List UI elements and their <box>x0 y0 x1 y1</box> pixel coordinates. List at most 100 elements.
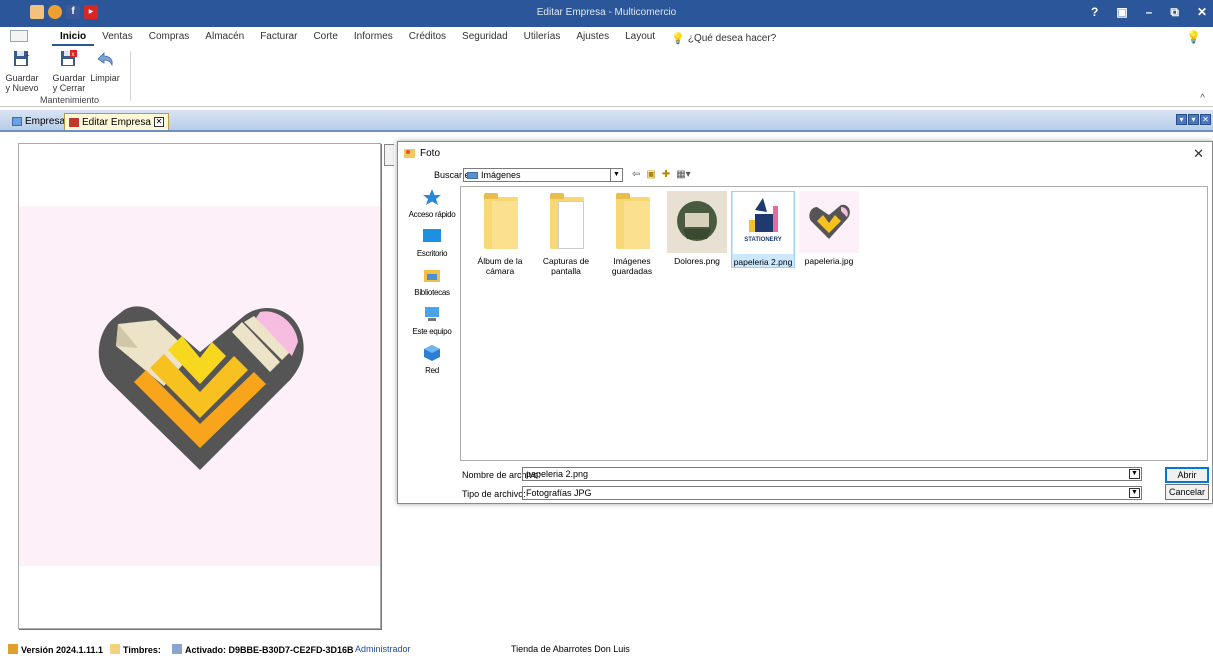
cancel-button[interactable]: Cancelar <box>1165 484 1209 500</box>
list-item[interactable]: Dolores.png <box>665 191 729 266</box>
open-button[interactable]: Abrir <box>1165 467 1209 483</box>
close-tab-icon[interactable]: ✕ <box>153 117 164 127</box>
company-photo-panel[interactable] <box>18 143 381 629</box>
collapse-ribbon-icon[interactable]: ^ <box>1200 93 1205 104</box>
folder-icon <box>470 191 530 253</box>
license-icon <box>172 644 182 654</box>
filename-dropdown-icon[interactable]: ▼ <box>1129 469 1140 479</box>
tab-layout[interactable]: Layout <box>617 31 663 46</box>
svg-text:x: x <box>72 52 75 58</box>
filename-input[interactable]: papeleria 2.png <box>522 467 1142 481</box>
image-thumbnail <box>799 191 859 253</box>
list-item[interactable]: Álbum de la cámara <box>468 191 532 276</box>
up-folder-icon[interactable]: ▣ <box>646 169 655 180</box>
list-item[interactable]: Capturas de pantalla <box>534 191 598 276</box>
filetype-label: Tipo de archivo: <box>462 489 526 499</box>
save-new-button[interactable]: + Guardar y Nuevo <box>2 50 42 93</box>
close-all-icon[interactable]: ✕ <box>1200 114 1211 125</box>
status-bar: Versión 2024.1.11.1 Timbres: Activado: D… <box>0 642 1213 656</box>
dialog-nav-toolbar: ⇦ ▣ ✚ ▦▾ <box>632 169 691 180</box>
file-list: Álbum de la cámara Capturas de pantalla … <box>460 186 1208 461</box>
place-quick-access[interactable]: Acceso rápido <box>406 188 458 219</box>
dialog-title-bar: Foto ✕ <box>398 142 1212 164</box>
save-close-button[interactable]: x Guardar y Cerrar <box>49 50 89 93</box>
tab-editar-empresa[interactable]: Editar Empresa ✕ <box>64 113 169 130</box>
close-button[interactable]: ✕ <box>1197 5 1207 20</box>
tab-list-icon[interactable]: ▾ <box>1176 114 1187 125</box>
tab-corte[interactable]: Corte <box>305 31 345 46</box>
tab-ventas[interactable]: Ventas <box>94 31 141 46</box>
filetype-select[interactable]: Fotografías JPG <box>522 486 1142 500</box>
stamp-icon <box>110 644 120 654</box>
network-icon <box>424 345 440 361</box>
image-thumbnail <box>667 191 727 253</box>
tab-compras[interactable]: Compras <box>141 31 198 46</box>
folder-icon <box>536 191 596 253</box>
list-item-selected[interactable]: STATIONERY papeleria 2.png <box>731 191 795 268</box>
tab-inicio[interactable]: Inicio <box>52 31 95 46</box>
photo-preview <box>19 206 380 566</box>
view-menu-icon[interactable]: ▦▾ <box>676 169 690 180</box>
filetype-dropdown-icon[interactable]: ▼ <box>1129 488 1140 498</box>
minimize-button[interactable]: – <box>1146 5 1153 20</box>
dialog-close-icon[interactable]: ✕ <box>1193 146 1204 162</box>
photo-icon <box>404 149 415 158</box>
image-thumbnail: STATIONERY <box>733 192 793 254</box>
app-menu-icon[interactable] <box>10 30 28 42</box>
folder-icon <box>602 191 662 253</box>
restore-button[interactable]: ⧉ <box>1170 5 1179 20</box>
group-label-mantenimiento: Mantenimiento <box>40 95 100 105</box>
place-network[interactable]: Red <box>406 344 458 375</box>
user-status: Administrador <box>355 644 411 654</box>
tab-strip-controls: ▾ ▾ ✕ <box>1176 114 1211 125</box>
save-new-icon: + <box>14 51 30 66</box>
look-in-dropdown[interactable]: Imágenes ▼ <box>463 168 623 182</box>
group-separator <box>130 51 131 101</box>
store-status: Tienda de Abarrotes Don Luis <box>511 644 630 654</box>
ribbon-panel: + Guardar y Nuevo x Guardar y Cerrar Lim… <box>0 47 1213 107</box>
chevron-down-icon: ▼ <box>610 169 622 181</box>
heart-pencil-logo <box>98 306 304 470</box>
lightbulb-icon: 💡 <box>671 33 685 45</box>
libraries-icon <box>424 270 440 282</box>
star-icon <box>423 189 441 205</box>
thumbnail-caption: STATIONERY <box>744 237 782 243</box>
pictures-folder-icon <box>467 171 478 179</box>
place-this-pc[interactable]: Este equipo <box>406 305 458 336</box>
back-icon[interactable]: ⇦ <box>632 169 640 180</box>
places-bar: Acceso rápido Escritorio Bibliotecas Est… <box>406 188 458 468</box>
place-libraries[interactable]: Bibliotecas <box>406 266 458 297</box>
list-item[interactable]: papeleria.jpg <box>797 191 861 266</box>
computer-icon <box>425 307 439 321</box>
place-desktop[interactable]: Escritorio <box>406 227 458 258</box>
app-icon <box>8 644 18 654</box>
ribbon-options-button[interactable]: ▣ <box>1116 5 1127 20</box>
list-item[interactable]: Imágenes guardadas <box>600 191 664 276</box>
company-icon <box>69 117 79 127</box>
save-close-icon: x <box>61 50 77 66</box>
window-title: Editar Empresa - Multicomercio <box>536 7 677 18</box>
tab-almacen[interactable]: Almacén <box>197 31 252 46</box>
collapsed-panel-tab[interactable] <box>384 144 394 166</box>
tips-icon[interactable]: 💡 <box>1186 30 1201 44</box>
tab-creditos[interactable]: Créditos <box>401 31 454 46</box>
tab-informes[interactable]: Informes <box>346 31 401 46</box>
tab-facturar[interactable]: Facturar <box>252 31 305 46</box>
activation-status: Activado: D9BBE-B30D7-CE2FD-3D16B <box>172 644 354 655</box>
ribbon-tabs: Inicio Ventas Compras Almacén Facturar C… <box>0 27 1213 47</box>
undo-icon <box>97 52 113 67</box>
tab-seguridad[interactable]: Seguridad <box>454 31 516 46</box>
title-bar: f ▶ Editar Empresa - Multicomercio ? ▣ –… <box>0 0 1213 27</box>
tab-utilerias[interactable]: Utilerías <box>516 31 569 46</box>
svg-text:+: + <box>25 51 30 60</box>
tell-me-box[interactable]: 💡 ¿Qué desea hacer? <box>663 31 784 46</box>
tab-menu-icon[interactable]: ▾ <box>1188 114 1199 125</box>
help-button[interactable]: ? <box>1091 5 1098 20</box>
clear-button[interactable]: Limpiar <box>85 50 125 83</box>
open-file-dialog: Foto ✕ Buscar en: Imágenes ▼ ⇦ ▣ ✚ ▦▾ Ac… <box>397 141 1213 504</box>
new-folder-icon[interactable]: ✚ <box>662 169 670 180</box>
version-status: Versión 2024.1.11.1 <box>8 644 103 655</box>
document-tab-strip: Empresas Editar Empresa ✕ ▾ ▾ ✕ <box>0 110 1213 132</box>
stamps-status: Timbres: <box>110 644 161 655</box>
tab-ajustes[interactable]: Ajustes <box>568 31 617 46</box>
